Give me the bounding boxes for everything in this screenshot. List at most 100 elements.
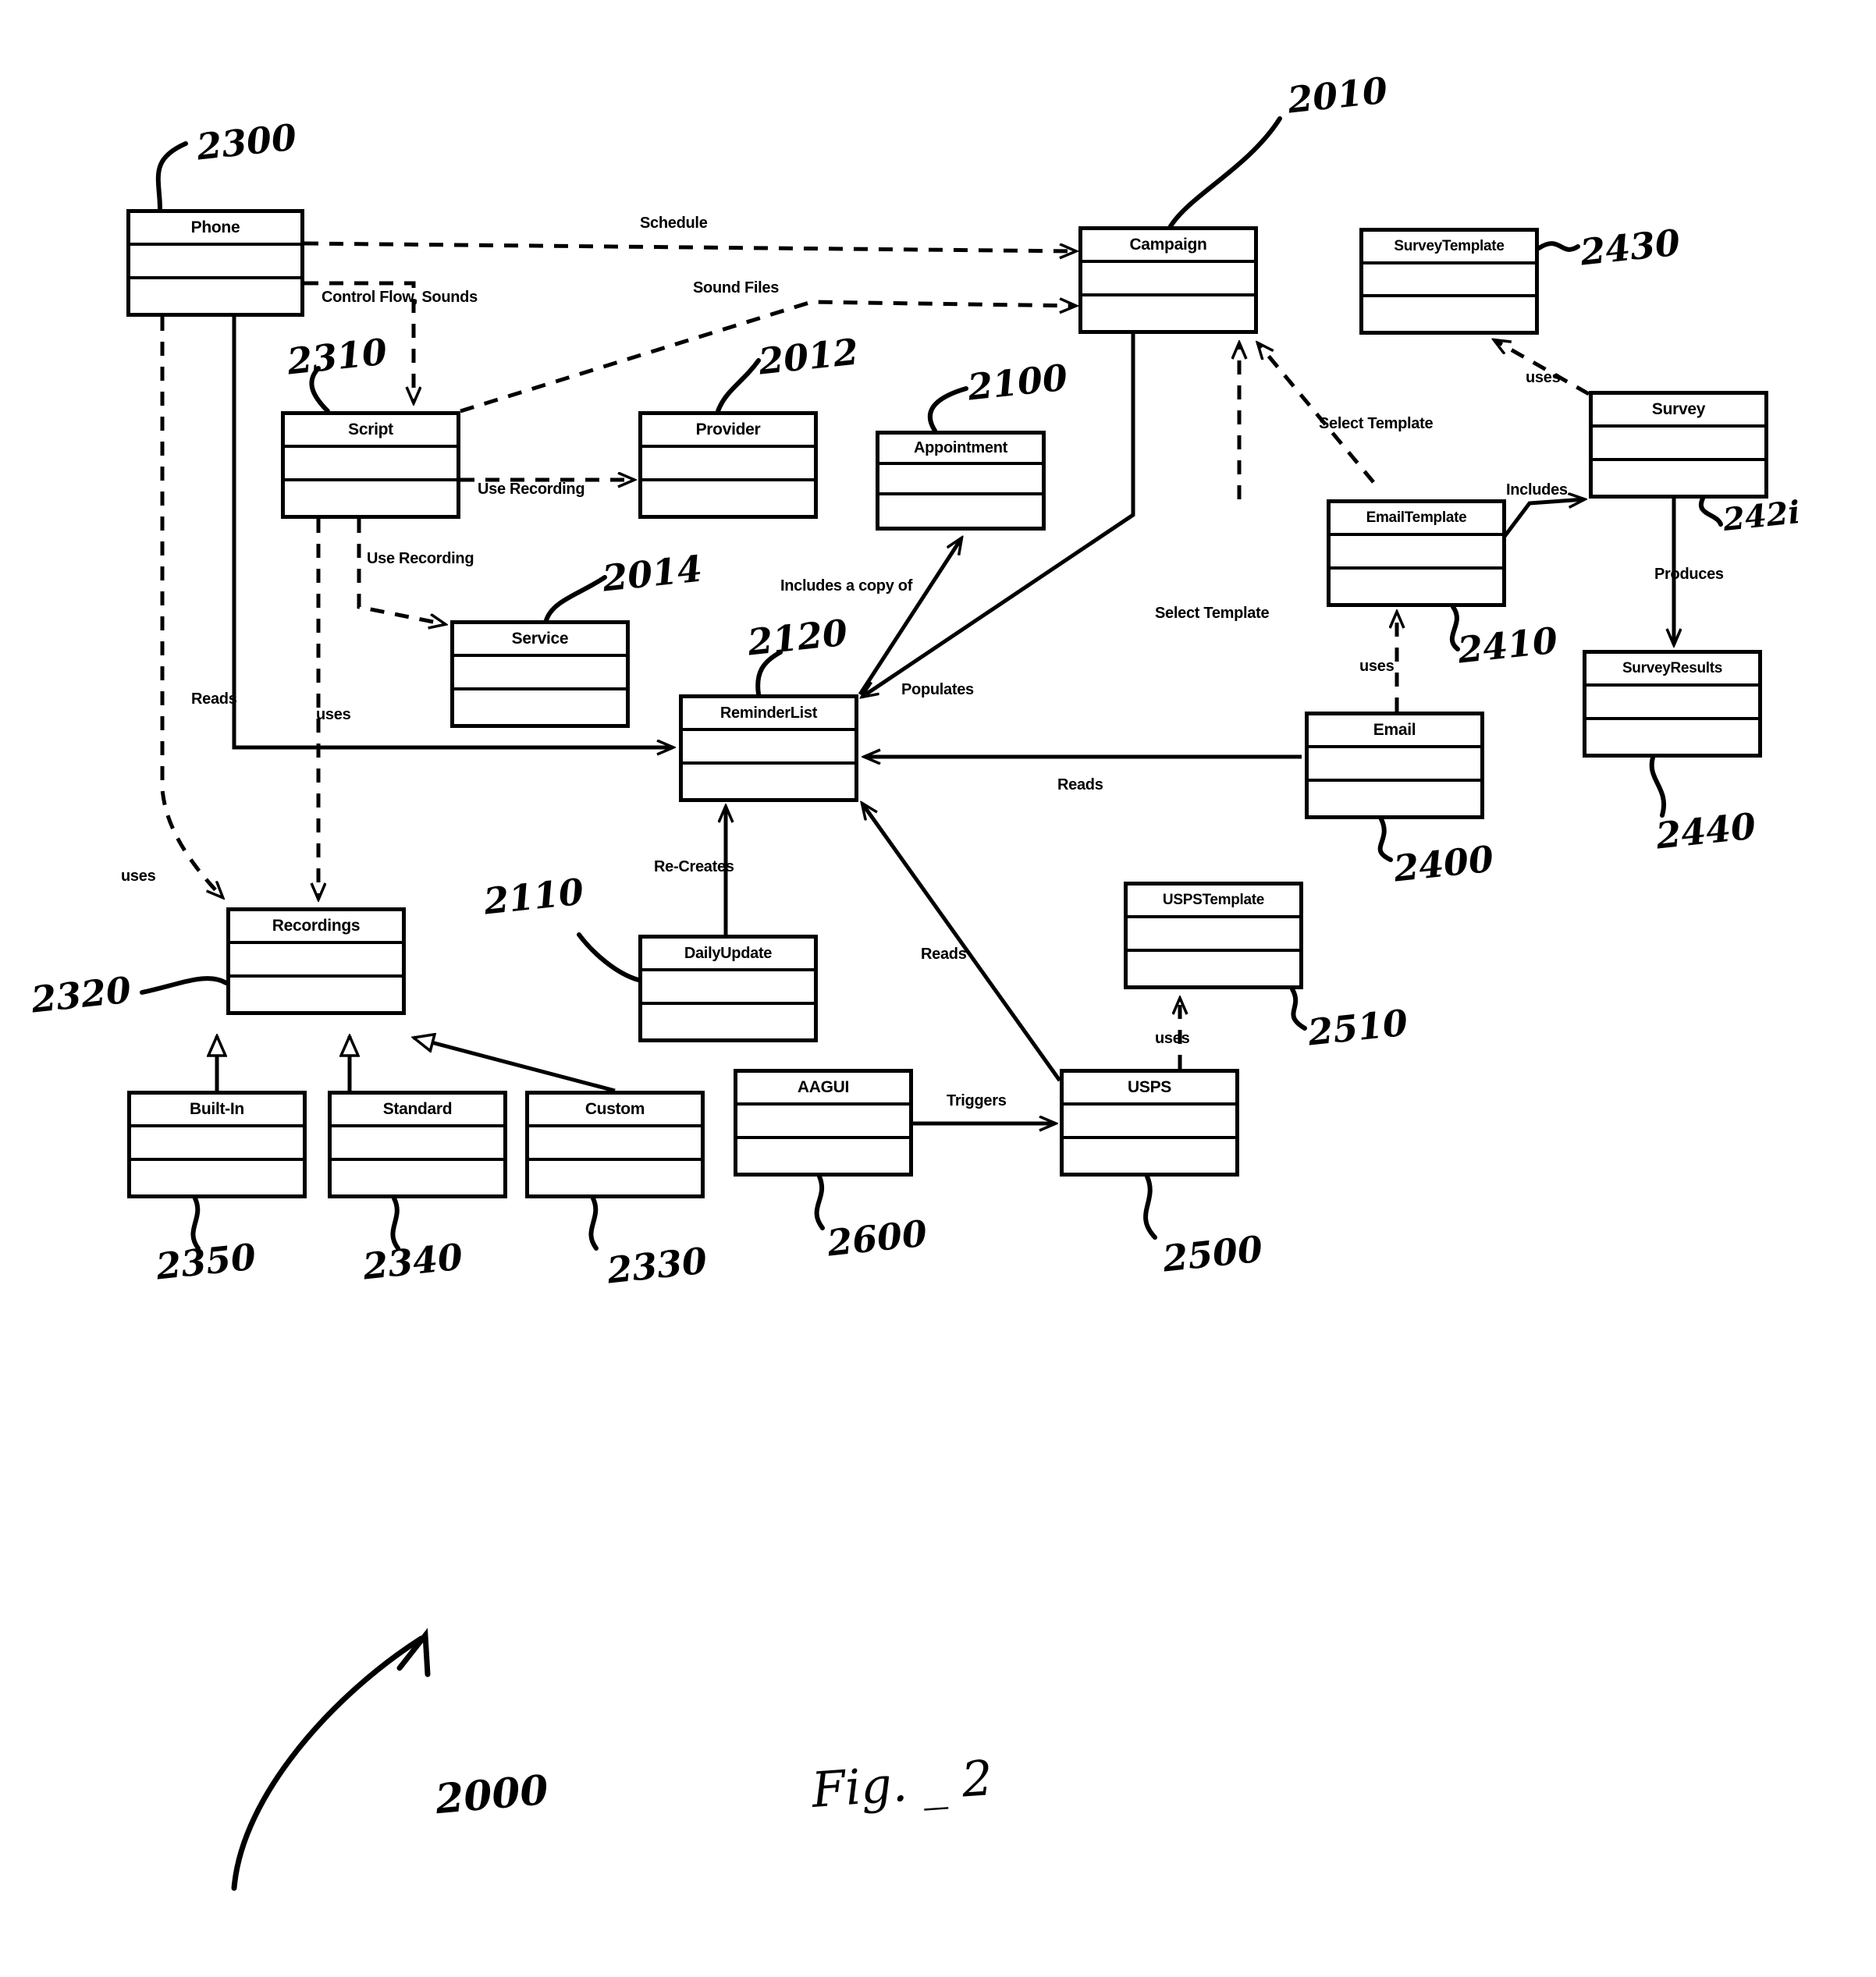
class-operations-standard [332,1161,503,1194]
class-box-standard[interactable]: Standard [328,1091,507,1198]
class-name-email: Email [1309,715,1480,749]
class-attributes-provider [642,448,814,482]
class-box-uspstemplate[interactable]: USPSTemplate [1124,882,1303,989]
edge-label-select-template-1: Select Template [1319,415,1434,432]
class-operations-surveytemplate [1363,297,1535,331]
class-box-recordings[interactable]: Recordings [226,907,406,1015]
class-name-campaign: Campaign [1082,230,1254,264]
class-operations-survey [1593,461,1764,495]
edge-label-select-template-2: Select Template [1155,605,1270,622]
edge-label-uses-usps: uses [1155,1030,1190,1047]
class-box-email[interactable]: Email [1305,712,1484,819]
class-box-emailtemplate[interactable]: EmailTemplate [1327,499,1506,607]
class-operations-appointment [879,495,1042,527]
class-attributes-email [1309,748,1480,783]
ref-number-2340: 2340 [361,1235,465,1288]
edge-use-recording-service [357,519,445,624]
edge-label-sound-files: Sound Files [693,279,780,296]
class-operations-usps [1064,1139,1235,1173]
class-attributes-reminderlist [683,731,855,765]
ref-number-2310: 2310 [285,330,389,383]
leader-2000 [231,1635,425,1891]
class-box-aagui[interactable]: AAGUI [734,1069,913,1177]
class-name-recordings: Recordings [230,911,402,945]
class-operations-reminderlist [683,765,855,798]
ref-number-2100: 2100 [965,356,1070,409]
edge-label-uses-recordings-1: uses [121,868,156,885]
class-name-script: Script [285,415,457,449]
class-operations-builtin [131,1161,303,1194]
leader-2330 [588,1196,599,1251]
ref-number-2120: 2120 [745,611,850,664]
class-attributes-aagui [737,1106,909,1140]
leader-242i [1698,496,1723,527]
gen-custom [414,1038,616,1093]
edge-schedule [304,241,1075,251]
ref-number-2400: 2400 [1391,837,1496,890]
ref-number-2350: 2350 [154,1235,258,1288]
class-box-survey[interactable]: Survey [1589,391,1768,499]
class-operations-provider [642,481,814,515]
ref-number-2330: 2330 [605,1239,709,1292]
leader-2014 [544,575,607,623]
class-name-custom: Custom [529,1095,701,1128]
class-attributes-surveyresults [1586,687,1758,721]
class-attributes-surveytemplate [1363,264,1535,298]
class-box-reminderlist[interactable]: ReminderList [679,694,858,802]
class-box-surveyresults[interactable]: SurveyResults [1583,650,1762,758]
class-operations-dailyupdate [642,1005,814,1038]
ref-number-2600: 2600 [825,1212,929,1265]
leader-2340 [390,1196,400,1251]
ref-number-2010: 2010 [1285,69,1390,122]
leader-2600 [814,1174,825,1230]
ref-number-2320: 2320 [29,968,133,1021]
leader-2500 [1143,1174,1157,1240]
class-attributes-usps [1064,1106,1235,1140]
class-box-service[interactable]: Service [450,620,630,728]
edge-label-use-recording-2: Use Recording [367,550,474,567]
class-attributes-emailtemplate [1331,536,1502,570]
class-name-aagui: AAGUI [737,1073,909,1106]
class-box-custom[interactable]: Custom [525,1091,705,1198]
class-name-uspstemplate: USPSTemplate [1128,886,1299,919]
leader-2012 [716,358,761,414]
leader-2440 [1649,755,1666,818]
ref-number-242i: 242i [1721,493,1802,539]
class-box-campaign[interactable]: Campaign [1078,226,1258,334]
class-box-surveytemplate[interactable]: SurveyTemplate [1359,228,1539,335]
leader-2010 [1168,116,1282,229]
class-operations-script [285,481,457,515]
class-box-dailyupdate[interactable]: DailyUpdate [638,935,818,1042]
class-operations-uspstemplate [1128,952,1299,985]
edge-label-use-recording-1: Use Recording [478,481,585,498]
leader-2510 [1290,987,1307,1031]
class-box-usps[interactable]: USPS [1060,1069,1239,1177]
edge-select-template-survey [1258,343,1375,484]
class-operations-recordings [230,978,402,1011]
ref-number-2430: 2430 [1578,221,1682,274]
leader-2300 [155,141,188,211]
class-box-phone[interactable]: Phone [126,209,304,317]
class-attributes-survey [1593,428,1764,462]
class-box-provider[interactable]: Provider [638,411,818,519]
class-box-builtin[interactable]: Built-In [127,1091,307,1198]
class-name-builtin: Built-In [131,1095,303,1128]
class-name-reminderlist: ReminderList [683,698,855,732]
class-attributes-recordings [230,944,402,978]
edge-label-populates: Populates [901,681,974,698]
edge-includes-copy [858,538,961,696]
class-box-appointment[interactable]: Appointment [876,431,1046,531]
class-attributes-campaign [1082,263,1254,297]
edge-label-reads-email: Reads [1057,776,1103,793]
edge-label-re-creates: Re-Creates [654,858,734,875]
class-box-script[interactable]: Script [281,411,460,519]
class-attributes-phone [130,246,300,280]
edge-label-includes: Includes [1506,481,1568,499]
figure-caption: Fig. _ 2 [809,1748,995,1819]
class-name-appointment: Appointment [879,435,1042,465]
class-operations-campaign [1082,296,1254,330]
class-name-surveytemplate: SurveyTemplate [1363,232,1535,264]
class-operations-email [1309,782,1480,815]
edge-label-control-flow: Control Flow, Sounds [322,289,478,306]
leader-2320 [140,976,229,995]
